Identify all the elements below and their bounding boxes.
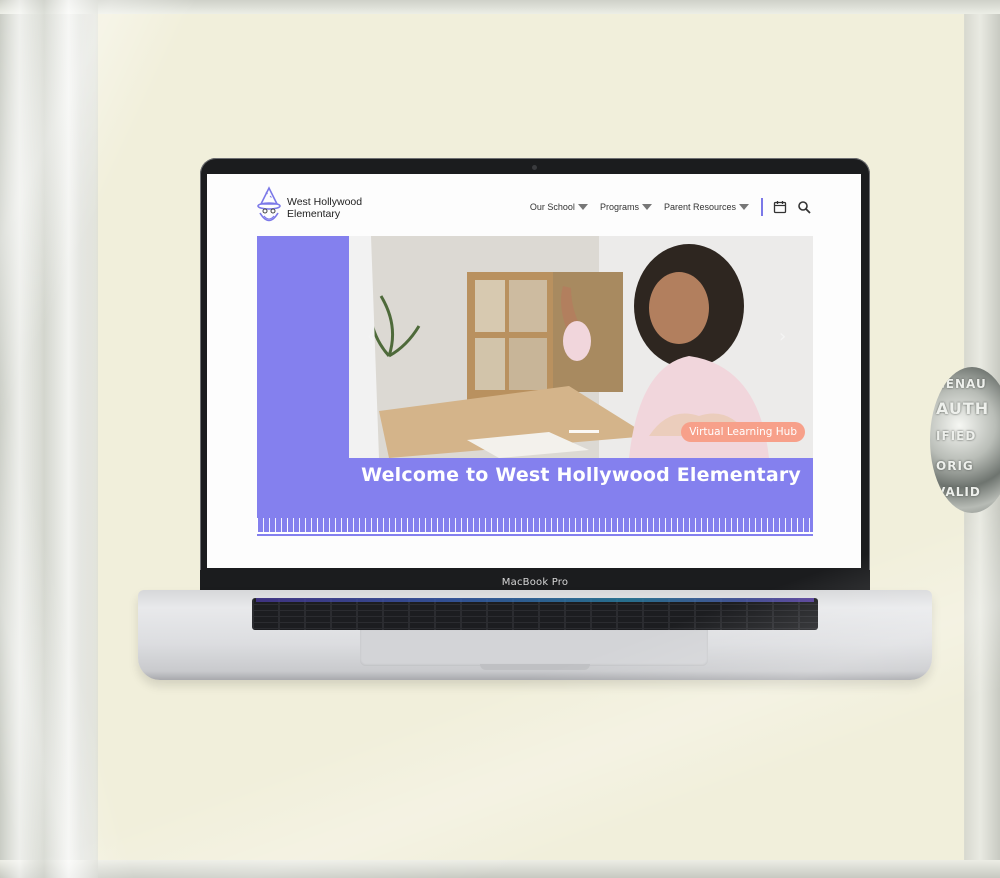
sticker-line-2: AUTH [936,399,990,418]
hero-photo: Virtual Learning Hub [349,236,813,458]
caret-down-icon [577,204,588,210]
nav-our-school-label: Our School [529,202,575,212]
virtual-learning-hub-badge[interactable]: Virtual Learning Hub [681,422,805,442]
caret-down-icon [641,204,652,210]
nav-our-school[interactable]: Our School [530,202,588,212]
laptop-screen: West Hollywood Elementary Our School Pro… [207,174,861,568]
ruler-ticks [257,518,813,532]
sticker-line-5: VALID [936,485,981,499]
sticker-line-4: ORIG [936,459,974,473]
nav-programs-label: Programs [599,202,639,212]
hero-title: Welcome to West Hollywood Elementary [361,464,801,486]
sticker-line-1: CENAU [936,377,987,391]
carousel-dot-active[interactable] [569,430,599,433]
trackpad [360,630,708,666]
authenticity-hologram-sticker: CENAU AUTH IFIED ORIG VALID [930,367,1000,513]
school-logo-text[interactable]: West Hollywood Elementary [287,196,362,220]
nav-divider [761,198,763,216]
camera [532,165,537,170]
lid-notch [480,664,590,670]
search-icon[interactable] [797,200,811,214]
carousel-prev-arrow[interactable]: ‹ [367,326,374,347]
laptop-chin: MacBook Pro [200,570,870,592]
wizard-logo-icon[interactable] [255,186,283,226]
keyboard [252,598,818,630]
site-header: West Hollywood Elementary Our School Pro… [207,174,861,236]
sticker-line-3: IFIED [936,429,977,443]
case-spine [0,0,98,878]
device-label: MacBook Pro [501,577,569,588]
carousel-dots [569,430,629,433]
caret-down-icon [739,204,749,210]
nav-parent-resources-label: Parent Resources [663,202,736,212]
ruler-base [257,532,813,534]
carousel-next-arrow[interactable]: › [779,326,786,347]
main-nav: Our School Programs Parent Resources [518,198,811,216]
nav-programs[interactable]: Programs [600,202,652,212]
calendar-icon[interactable] [773,200,787,214]
nav-parent-resources[interactable]: Parent Resources [664,202,749,212]
logo-line-1: West Hollywood [287,196,363,208]
touch-bar [256,598,814,602]
hero-banner: Virtual Learning Hub ‹ › Welcome to West… [257,236,813,536]
logo-line-2: Elementary [287,208,341,220]
